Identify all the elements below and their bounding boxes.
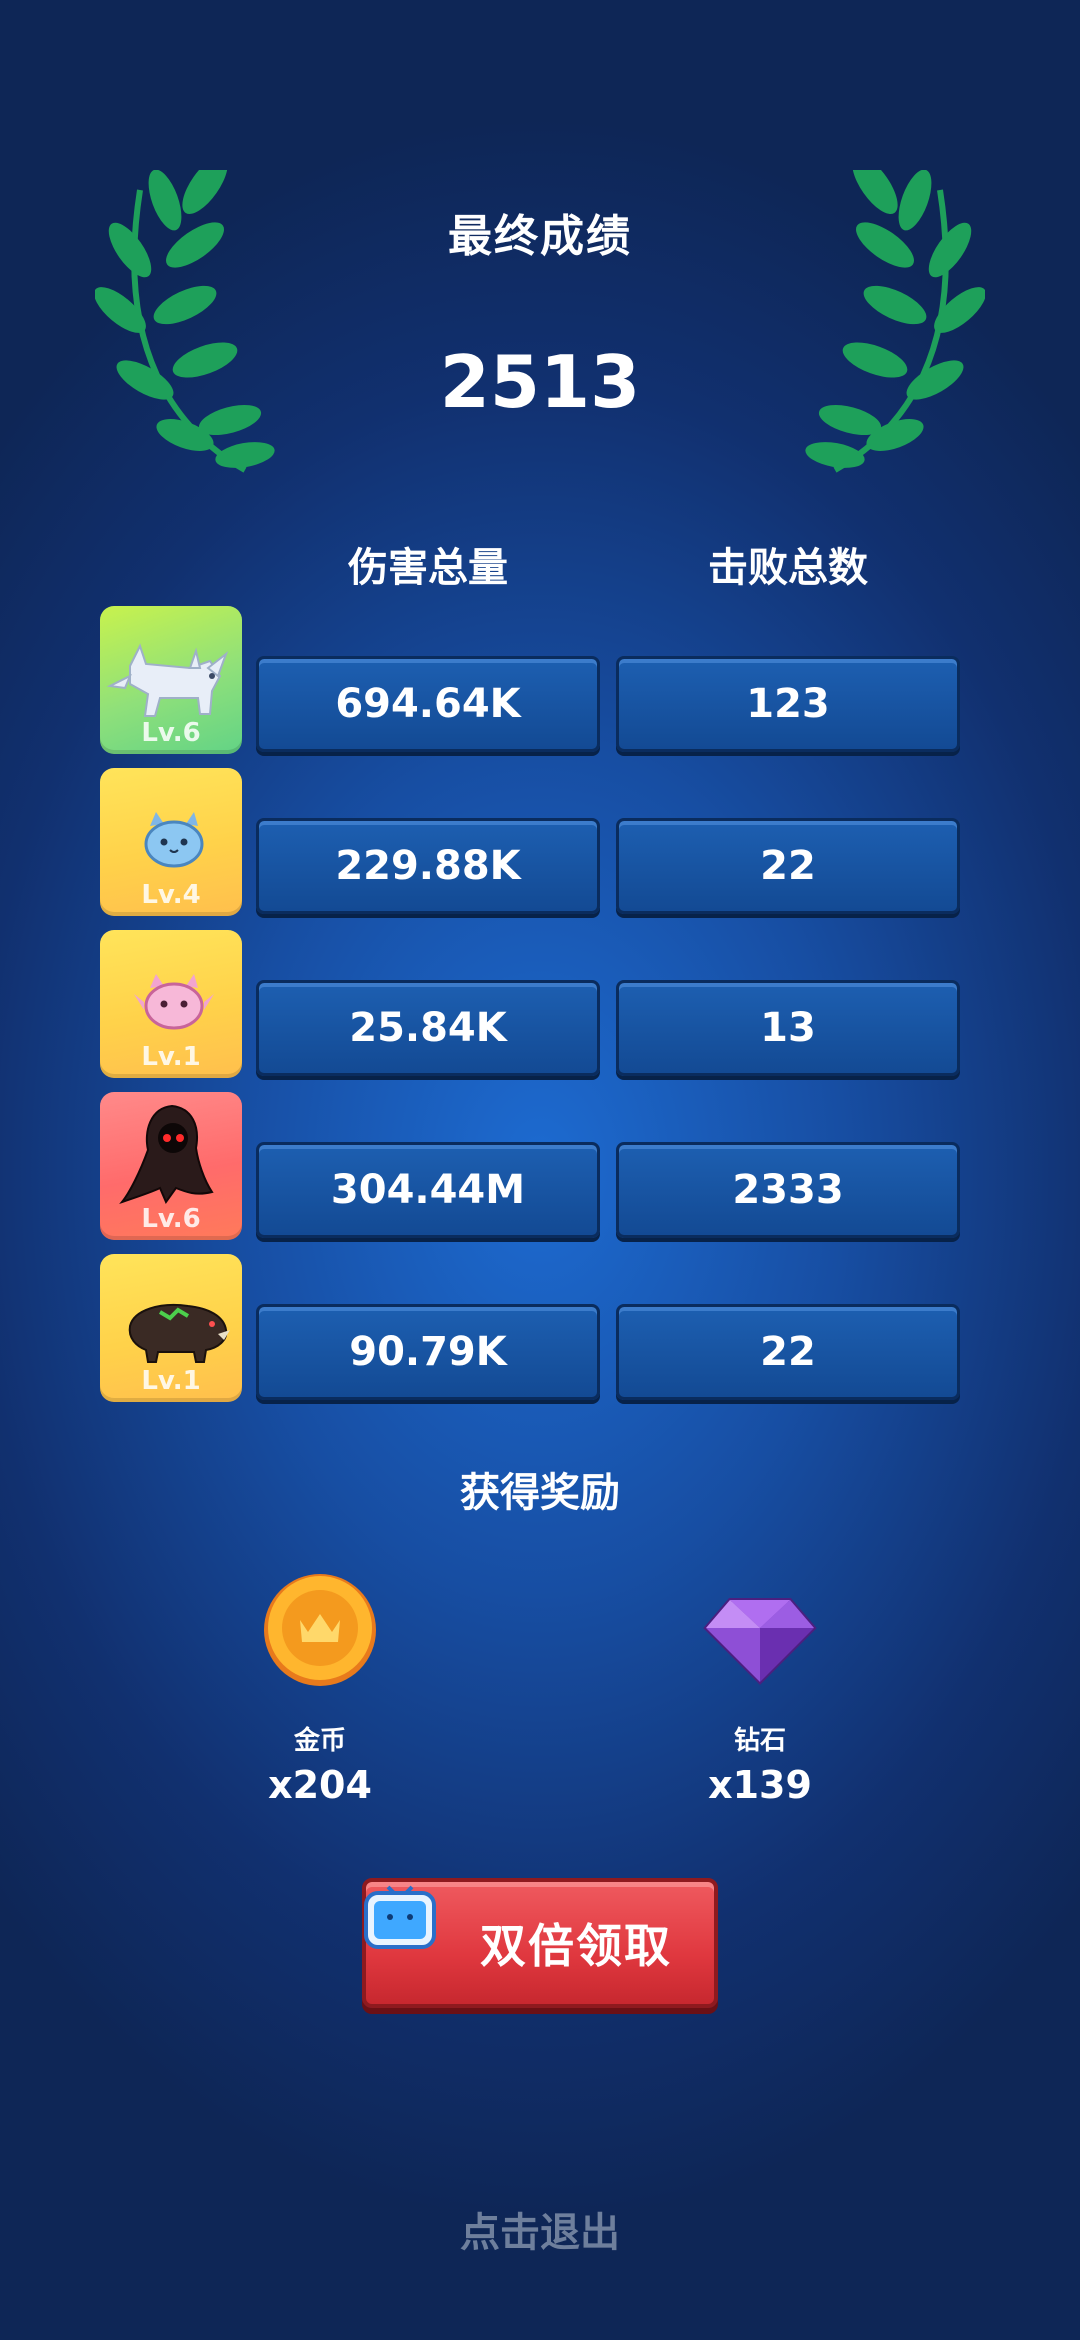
damage-value: 304.44M: [256, 1142, 600, 1238]
pet-avatar[interactable]: Lv.1: [100, 930, 242, 1078]
kills-value: 22: [616, 1304, 960, 1400]
kills-value: 2333: [616, 1142, 960, 1238]
gold-coin-icon: [264, 1574, 376, 1686]
pet-level: Lv.4: [141, 880, 201, 910]
final-score: 2513: [439, 340, 641, 424]
table-row: Lv.4 229.88K 22: [100, 768, 960, 918]
damage-value: 90.79K: [256, 1304, 600, 1400]
tv-ad-icon: [364, 1885, 436, 1949]
kills-value: 13: [616, 980, 960, 1076]
purple-gem-icon: [703, 1598, 817, 1685]
pet-avatar[interactable]: Lv.1: [100, 1254, 242, 1402]
reward-gem: 钻石 x139: [660, 1570, 860, 1807]
damage-value: 25.84K: [256, 980, 600, 1076]
reward-amount: x139: [708, 1763, 812, 1807]
rewards-title: 获得奖励: [460, 1470, 620, 1516]
page-title: 最终成绩: [448, 211, 632, 262]
double-claim-label: 双倍领取: [480, 1919, 672, 1973]
damage-value: 229.88K: [256, 818, 600, 914]
pet-level: Lv.1: [141, 1366, 201, 1396]
pet-avatar[interactable]: Lv.6: [100, 606, 242, 754]
table-row: Lv.1 25.84K 13: [100, 930, 960, 1080]
damage-column-header: 伤害总量: [348, 545, 508, 591]
damage-value: 694.64K: [256, 656, 600, 752]
table-row: Lv.6 304.44M 2333: [100, 1092, 960, 1242]
exit-button[interactable]: 点击退出: [0, 2200, 1080, 2258]
pet-level: Lv.6: [141, 1204, 201, 1234]
reward-amount: x204: [268, 1763, 372, 1807]
table-row: Lv.6 694.64K 123: [100, 606, 960, 756]
reward-name: 金币: [293, 1726, 346, 1756]
pet-avatar[interactable]: Lv.4: [100, 768, 242, 916]
kills-value: 123: [616, 656, 960, 752]
pet-level: Lv.1: [141, 1042, 201, 1072]
reward-name: 钻石: [733, 1726, 786, 1756]
pet-level: Lv.6: [141, 718, 201, 748]
reward-coin: 金币 x204: [220, 1570, 420, 1807]
kills-value: 22: [616, 818, 960, 914]
kills-column-header: 击败总数: [708, 545, 868, 591]
pet-avatar[interactable]: Lv.6: [100, 1092, 242, 1240]
table-row: Lv.1 90.79K 22: [100, 1254, 960, 1404]
